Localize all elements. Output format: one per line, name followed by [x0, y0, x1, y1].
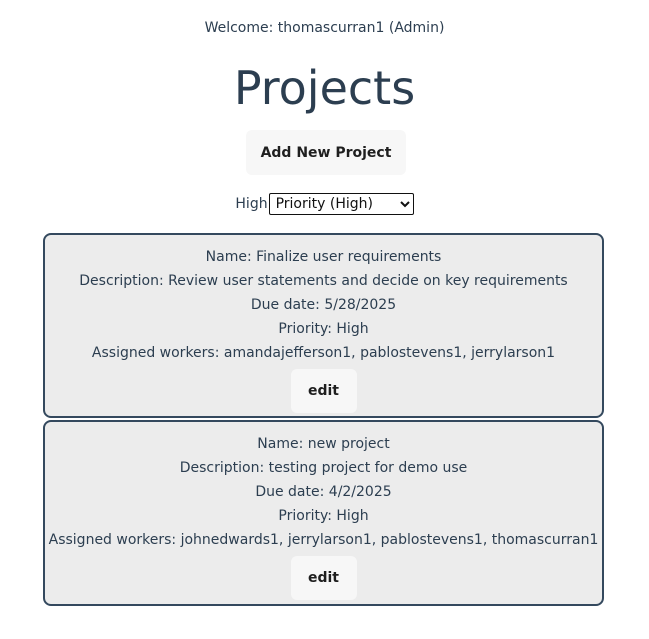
- project-due-date: Due date: 5/28/2025: [250, 297, 397, 313]
- project-name: Name: new project: [257, 436, 390, 452]
- project-card: Name: Finalize user requirements Descrip…: [43, 233, 604, 418]
- add-new-project-button[interactable]: Add New Project: [246, 130, 406, 175]
- project-assigned-workers: Assigned workers: johnedwards1, jerrylar…: [48, 532, 599, 548]
- priority-select[interactable]: Priority (High): [268, 193, 414, 215]
- filter-label: High: [235, 196, 268, 212]
- project-name: Name: Finalize user requirements: [205, 249, 442, 265]
- project-description: Description: testing project for demo us…: [179, 460, 468, 476]
- project-priority: Priority: High: [278, 508, 369, 524]
- welcome-message: Welcome: thomascurran1 (Admin): [204, 20, 445, 36]
- project-priority: Priority: High: [278, 321, 369, 337]
- project-card: Name: new project Description: testing p…: [43, 420, 604, 606]
- edit-project-button[interactable]: edit: [290, 556, 357, 600]
- edit-project-button[interactable]: edit: [290, 369, 357, 413]
- page-title: Projects: [233, 61, 416, 115]
- project-description: Description: Review user statements and …: [79, 273, 568, 289]
- project-assigned-workers: Assigned workers: amandajefferson1, pabl…: [91, 345, 556, 361]
- priority-filter: High Priority (High): [0, 193, 649, 215]
- project-due-date: Due date: 4/2/2025: [255, 484, 392, 500]
